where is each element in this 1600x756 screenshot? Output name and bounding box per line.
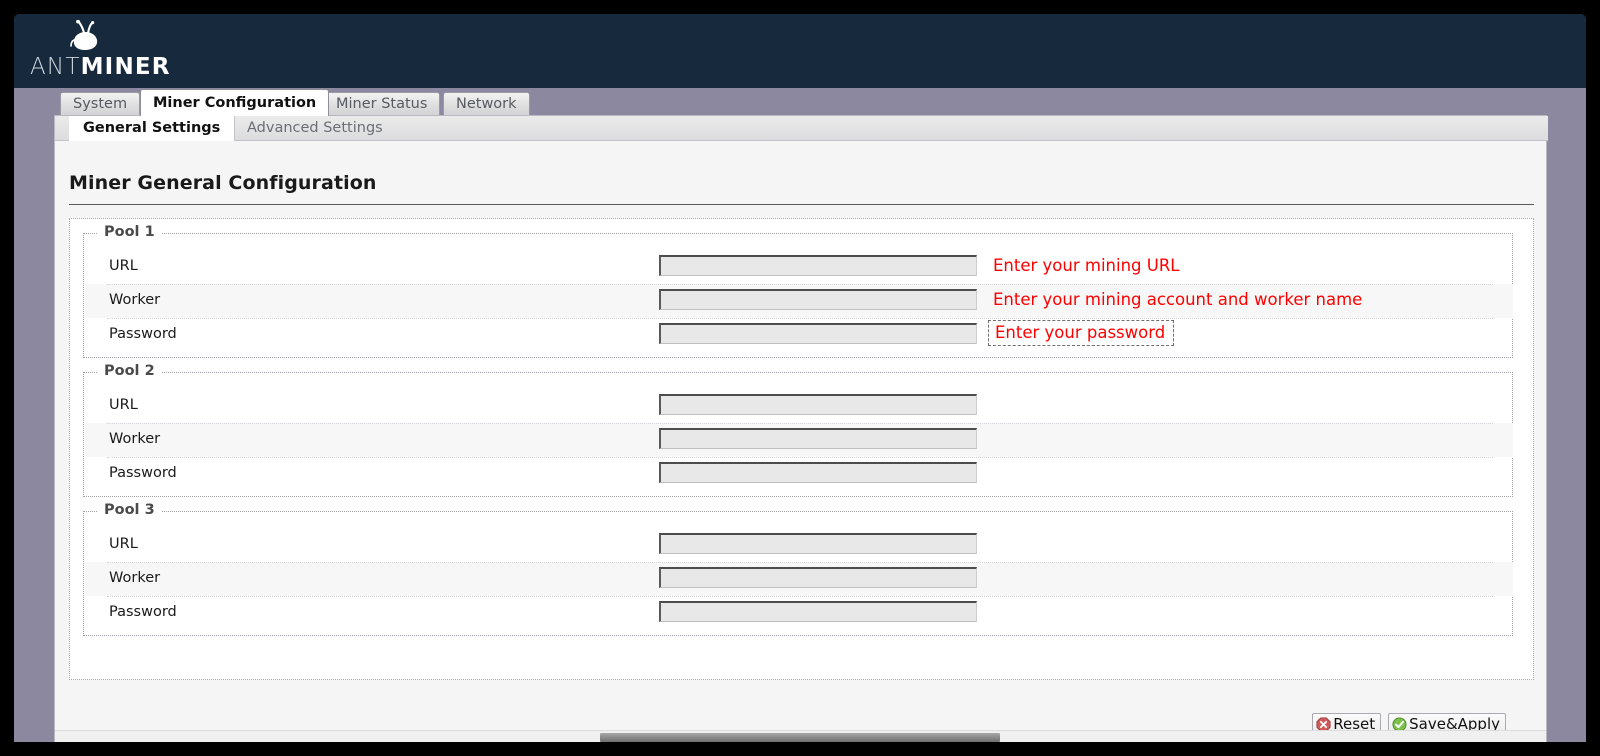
table-row: URL Enter your mining URL [85,250,1513,284]
secondary-tabbar: General Settings Advanced Settings [55,116,1548,141]
horizontal-scrollbar[interactable] [55,730,1546,742]
table-row: URL [85,389,1513,423]
table-row: Password [85,596,1513,630]
pool-legend-3: Pool 3 [98,502,161,518]
annotation-url: Enter your mining URL [993,256,1180,275]
row-divider [107,562,1493,563]
field-label-worker: Worker [109,570,161,586]
horizontal-scrollbar-thumb[interactable] [600,733,1000,742]
row-divider [107,596,1493,597]
field-label-url: URL [109,397,138,413]
pool3-url-input[interactable] [659,533,977,554]
pool3-worker-input[interactable] [659,567,977,588]
table-row: Password [85,457,1513,491]
tab-miner-configuration[interactable]: Miner Configuration [140,89,330,116]
table-row: Worker [85,562,1513,596]
pool1-url-input[interactable] [659,255,977,276]
pool1-worker-input[interactable] [659,289,977,310]
annotation-worker: Enter your mining account and worker nam… [993,290,1363,309]
table-row: URL [85,528,1513,562]
tab-system[interactable]: System [60,92,141,116]
field-label-url: URL [109,536,138,552]
field-label-worker: Worker [109,292,161,308]
pool-fieldset-1: Pool 1 URL Enter your mining URL Worker Ente… [83,224,1513,358]
table-row: Worker [85,423,1513,457]
brand-name-thin: ANT [30,54,81,80]
brand-wordmark: ANTMINER [30,56,171,79]
title-divider [69,204,1534,205]
pool2-worker-input[interactable] [659,428,977,449]
field-label-password: Password [109,326,177,342]
pools-container: Pool 1 URL Enter your mining URL Worker Ente… [69,218,1534,680]
pool2-password-input[interactable] [659,462,977,483]
pool1-password-input[interactable] [659,323,977,344]
brand-name-bold: MINER [80,54,171,80]
pool-fieldset-3: Pool 3 URL Worker Password [83,502,1513,636]
pool-fieldset-2: Pool 2 URL Worker Password [83,363,1513,497]
pool-legend-1: Pool 1 [98,224,161,240]
pool-legend-2: Pool 2 [98,363,161,379]
subtab-advanced-settings[interactable]: Advanced Settings [233,116,397,141]
field-label-password: Password [109,604,177,620]
antminer-logo: ANTMINER [22,19,262,84]
field-label-url: URL [109,258,138,274]
content-panel: General Settings Advanced Settings Miner … [54,115,1548,742]
annotation-password: Enter your password [988,320,1175,346]
app-header: ANTMINER [14,14,1586,88]
field-label-worker: Worker [109,431,161,447]
subtab-general-settings[interactable]: General Settings [69,116,236,141]
table-row: Password Enter your password [85,318,1513,352]
tab-miner-status[interactable]: Miner Status [323,92,441,116]
row-divider [107,457,1493,458]
row-divider [107,318,1493,319]
tab-network[interactable]: Network [443,92,530,116]
pool2-url-input[interactable] [659,394,977,415]
row-divider [107,423,1493,424]
row-divider [107,284,1493,285]
primary-tabbar: System Miner Configuration Miner Status Net… [14,88,1586,116]
pool3-password-input[interactable] [659,601,977,622]
field-label-password: Password [109,465,177,481]
table-row: Worker Enter your mining account and work… [85,284,1513,318]
browser-frame: ANTMINER System Miner Configuration Miner … [14,14,1586,742]
page-title: Miner General Configuration [69,172,377,194]
